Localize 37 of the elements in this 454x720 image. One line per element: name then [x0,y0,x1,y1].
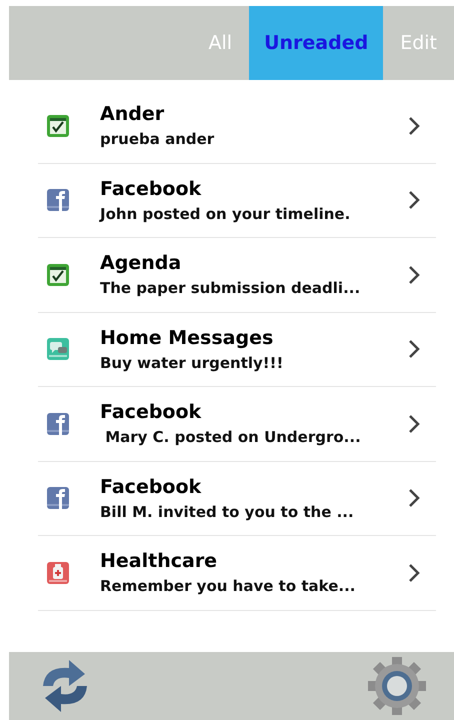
message-row[interactable]: Healthcare Remember you have to take... [38,536,436,610]
tab[interactable]: Unreaded [249,6,384,80]
chevron-right-icon [408,116,420,136]
message-row[interactable]: Home Messages Buy water urgently!!! [38,312,436,387]
message-preview: John posted on your timeline. [100,204,352,224]
calendar-check-icon [46,114,70,138]
message-preview: Mary C. posted on Undergro... [104,427,362,448]
chevron-right-icon [408,562,420,583]
message-title: Ander [100,102,166,126]
message-row[interactable]: Facebook Bill M. invited to you to the ... [38,462,436,536]
message-row[interactable]: Agenda The paper submission deadli... [38,238,436,312]
chat-bubbles-icon [46,337,70,362]
calendar-check-icon [46,262,70,287]
message-title: Healthcare [100,549,218,574]
message-title: Facebook [100,474,202,499]
message-title: Agenda [100,251,182,276]
message-title: Facebook [100,176,202,201]
chevron-right-icon [408,264,420,285]
message-row[interactable]: Ander prueba ander [38,89,436,164]
message-title: Facebook [100,400,202,424]
medicine-bottle-icon [46,560,70,585]
facebook-icon [46,188,70,212]
message-title: Home Messages [100,326,274,350]
message-preview: The paper submission deadli... [100,278,362,298]
facebook-icon [46,486,70,510]
message-row[interactable]: Facebook Mary C. posted on Undergro... [38,387,436,462]
message-preview: prueba ander [100,129,216,150]
message-preview: Bill M. invited to you to the ... [100,502,355,522]
facebook-icon [46,412,70,436]
chevron-right-icon [408,414,420,434]
settings-icon[interactable] [366,655,428,717]
message-row[interactable]: Facebook John posted on your timeline. [38,164,436,238]
chevron-right-icon [408,488,420,508]
chevron-right-icon [408,190,420,210]
message-preview: Buy water urgently!!! [100,352,284,373]
chevron-right-icon [408,339,420,360]
message-preview: Remember you have to take... [100,576,356,596]
